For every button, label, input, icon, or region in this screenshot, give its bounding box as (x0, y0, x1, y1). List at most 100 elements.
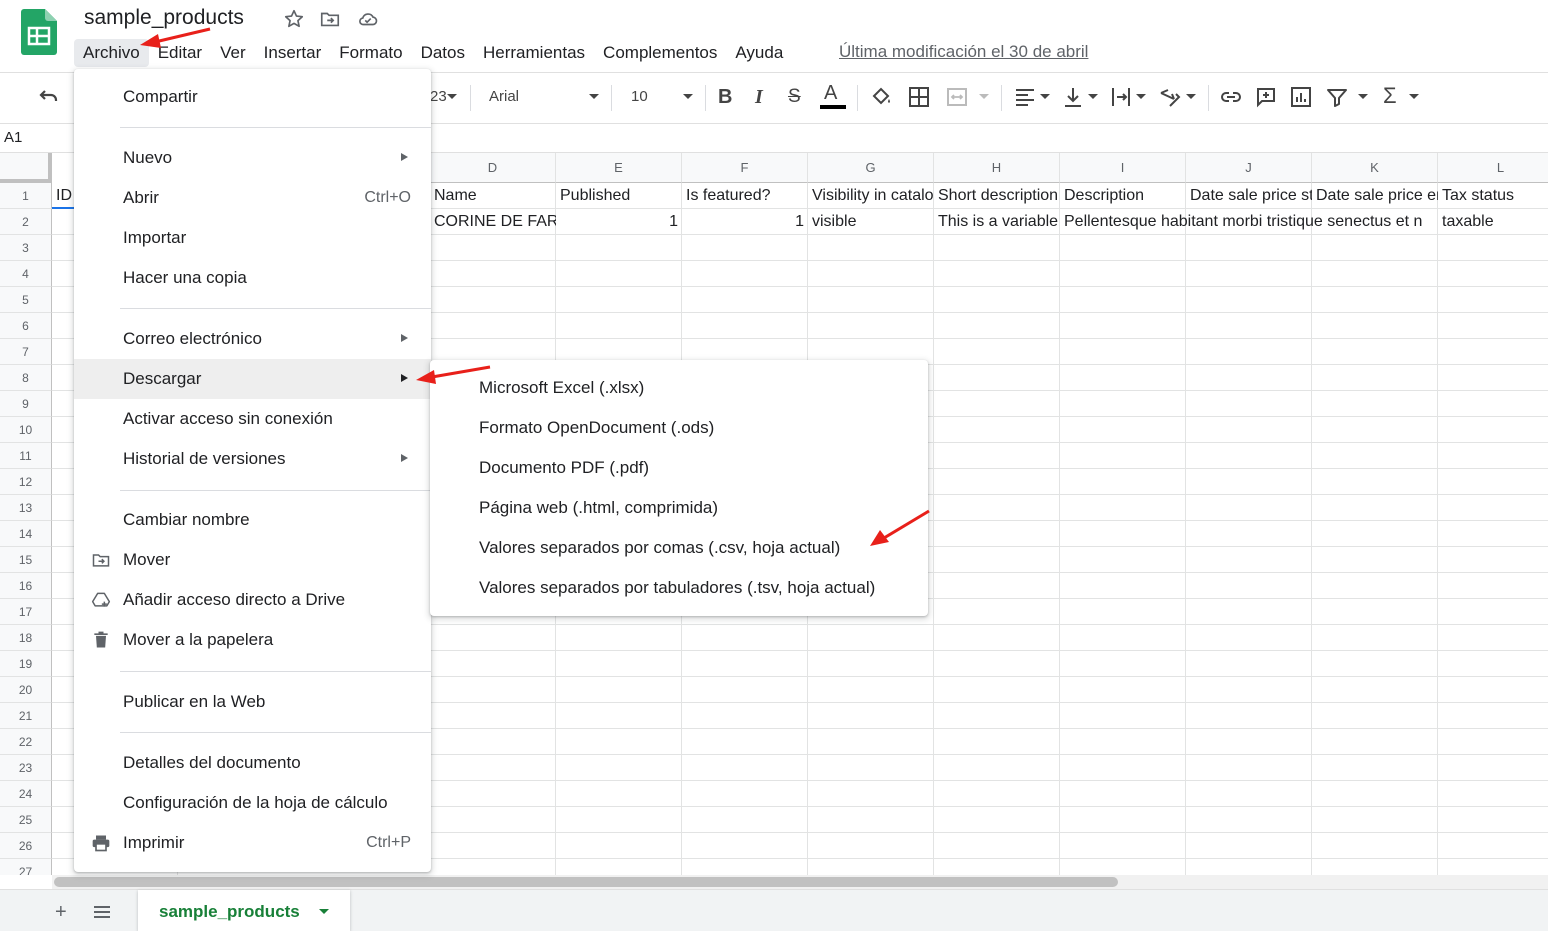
menu-formato[interactable]: Formato (330, 39, 411, 67)
align-left-icon[interactable] (1013, 85, 1037, 109)
menu-editar[interactable]: Editar (149, 39, 211, 67)
sheet-tab-caret-icon[interactable] (319, 909, 329, 914)
menu-item-configuracion[interactable]: Configuración de la hoja de cálculo (74, 783, 431, 823)
menu-item-abrir[interactable]: Abrir Ctrl+O (74, 178, 431, 218)
font-size-selector[interactable]: 10 (631, 88, 648, 105)
borders-icon[interactable] (907, 85, 931, 109)
functions-icon[interactable]: Σ (1383, 83, 1397, 109)
menu-item-compartir[interactable]: Compartir (74, 77, 431, 117)
row-header-14[interactable]: 14 (0, 521, 52, 547)
strikethrough-icon[interactable]: S (788, 86, 801, 108)
sheet-tab-active[interactable]: sample_products (138, 890, 350, 931)
number-format-selector[interactable]: 23 (430, 88, 447, 105)
menu-archivo[interactable]: Archivo (74, 39, 149, 67)
cell-g2[interactable]: visible (808, 209, 934, 235)
menu-ayuda[interactable]: Ayuda (726, 39, 792, 67)
download-xlsx[interactable]: Microsoft Excel (.xlsx) (430, 369, 928, 409)
cell-h2[interactable]: This is a variable product. (934, 209, 1060, 235)
document-title[interactable]: sample_products (84, 6, 244, 30)
menu-item-acceso-sin-conexion[interactable]: Activar acceso sin conexión (74, 399, 431, 439)
column-header-j[interactable]: J (1186, 153, 1312, 183)
menu-item-correo[interactable]: Correo electrónico (74, 319, 431, 359)
row-header-13[interactable]: 13 (0, 495, 52, 521)
link-icon[interactable] (1219, 85, 1243, 109)
comment-icon[interactable] (1254, 85, 1278, 109)
row-header-7[interactable]: 7 (0, 339, 52, 365)
cell-i1[interactable]: Description (1060, 183, 1186, 209)
menu-insertar[interactable]: Insertar (255, 39, 331, 67)
column-header-h[interactable]: H (934, 153, 1060, 183)
column-header-e[interactable]: E (556, 153, 682, 183)
row-header-25[interactable]: 25 (0, 807, 52, 833)
row-header-16[interactable]: 16 (0, 573, 52, 599)
row-header-22[interactable]: 22 (0, 729, 52, 755)
italic-icon[interactable]: I (755, 86, 763, 109)
row-header-19[interactable]: 19 (0, 651, 52, 677)
row-header-8[interactable]: 8 (0, 365, 52, 391)
text-rotate-icon[interactable] (1158, 85, 1182, 109)
menu-item-hacer-copia[interactable]: Hacer una copia (74, 258, 431, 298)
merge-caret-icon[interactable] (979, 94, 989, 99)
row-header-11[interactable]: 11 (0, 443, 52, 469)
menu-item-descargar[interactable]: Descargar (74, 359, 431, 399)
column-header-l[interactable]: L (1438, 153, 1548, 183)
row-header-21[interactable]: 21 (0, 703, 52, 729)
chart-icon[interactable] (1289, 85, 1313, 109)
cell-j1[interactable]: Date sale price starts (1186, 183, 1312, 209)
column-header-k[interactable]: K (1312, 153, 1438, 183)
row-header-26[interactable]: 26 (0, 833, 52, 859)
cell-k1[interactable]: Date sale price ends (1312, 183, 1438, 209)
font-selector[interactable]: Arial (489, 88, 519, 105)
filter-icon[interactable] (1325, 85, 1349, 109)
row-header-1[interactable]: 1 (0, 183, 52, 209)
undo-icon[interactable] (37, 85, 61, 109)
menu-item-importar[interactable]: Importar (74, 218, 431, 258)
font-size-caret-icon[interactable] (683, 94, 693, 99)
move-folder-icon[interactable] (319, 8, 341, 30)
number-format-caret-icon[interactable] (447, 94, 457, 99)
row-header-6[interactable]: 6 (0, 313, 52, 339)
row-header-24[interactable]: 24 (0, 781, 52, 807)
menu-item-mover[interactable]: Mover (74, 540, 431, 580)
row-header-27[interactable]: 27 (0, 859, 52, 875)
row-header-20[interactable]: 20 (0, 677, 52, 703)
row-header-3[interactable]: 3 (0, 235, 52, 261)
vertical-align-caret-icon[interactable] (1088, 94, 1098, 99)
row-header-17[interactable]: 17 (0, 599, 52, 625)
sheets-logo-icon[interactable] (21, 9, 57, 55)
menu-item-nuevo[interactable]: Nuevo (74, 138, 431, 178)
name-box[interactable]: A1 (4, 129, 22, 146)
text-wrap-caret-icon[interactable] (1136, 94, 1146, 99)
font-caret-icon[interactable] (589, 94, 599, 99)
fill-color-icon[interactable] (869, 85, 893, 109)
text-color-icon[interactable]: A (819, 82, 847, 112)
column-header-i[interactable]: I (1060, 153, 1186, 183)
align-caret-icon[interactable] (1040, 94, 1050, 99)
scrollbar-thumb[interactable] (54, 877, 1118, 887)
menu-herramientas[interactable]: Herramientas (474, 39, 594, 67)
menu-item-cambiar-nombre[interactable]: Cambiar nombre (74, 500, 431, 540)
row-header-9[interactable]: 9 (0, 391, 52, 417)
cell-f2[interactable]: 1 (682, 209, 808, 235)
text-wrap-icon[interactable] (1109, 85, 1133, 109)
download-pdf[interactable]: Documento PDF (.pdf) (430, 449, 928, 489)
row-header-10[interactable]: 10 (0, 417, 52, 443)
vertical-align-icon[interactable] (1061, 85, 1085, 109)
menu-datos[interactable]: Datos (412, 39, 474, 67)
row-header-2[interactable]: 2 (0, 209, 52, 235)
filter-caret-icon[interactable] (1358, 94, 1368, 99)
row-header-18[interactable]: 18 (0, 625, 52, 651)
menu-item-detalles-documento[interactable]: Detalles del documento (74, 743, 431, 783)
last-edit-link[interactable]: Última modificación el 30 de abril (839, 42, 1088, 62)
bold-icon[interactable]: B (718, 86, 732, 109)
add-sheet-icon[interactable]: + (55, 902, 67, 922)
column-header-d[interactable]: D (430, 153, 556, 183)
cell-l1[interactable]: Tax status (1438, 183, 1548, 209)
download-html[interactable]: Página web (.html, comprimida) (430, 489, 928, 529)
cell-h1[interactable]: Short description (934, 183, 1060, 209)
menu-item-acceso-directo-drive[interactable]: Añadir acceso directo a Drive (74, 580, 431, 620)
select-all-corner[interactable] (0, 153, 52, 183)
download-csv[interactable]: Valores separados por comas (.csv, hoja … (430, 529, 928, 569)
cell-i2[interactable]: Pellentesque habitant morbi tristique se… (1060, 209, 1438, 235)
merge-cells-icon[interactable] (945, 85, 969, 109)
